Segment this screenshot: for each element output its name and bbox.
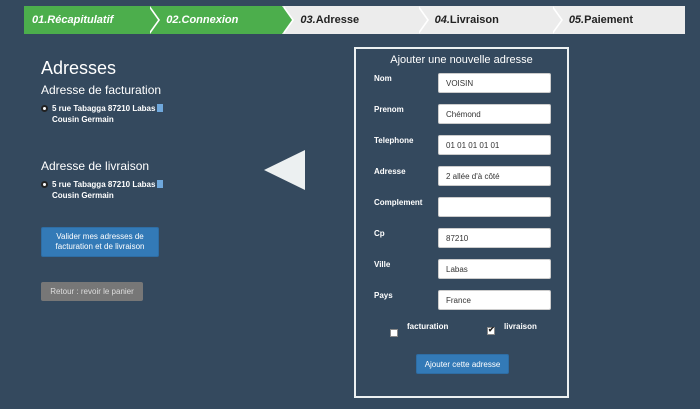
step-livraison[interactable]: 04. Livraison [417, 6, 564, 34]
step-label: Récapitulatif [47, 14, 114, 26]
field-row-ville: Ville Labas [374, 259, 554, 280]
delivery-line2: Cousin Germain [52, 191, 114, 200]
billing-title: Adresse de facturation [41, 83, 162, 97]
delivery-title: Adresse de livraison [41, 159, 150, 173]
field-row-complement: Complement [374, 197, 554, 218]
telephone-input[interactable]: 01 01 01 01 01 [438, 135, 551, 155]
complement-input[interactable] [438, 197, 551, 217]
step-number: 05. [568, 14, 585, 26]
step-recapitulatif[interactable]: 01. Récapitulatif [24, 6, 161, 34]
billing-line2: Cousin Germain [52, 115, 114, 124]
back-to-cart-button[interactable]: Retour : revoir le panier [41, 282, 143, 301]
pays-input[interactable]: France [438, 290, 551, 310]
facturation-checkbox[interactable] [390, 329, 398, 337]
form-title: Ajouter une nouvelle adresse [390, 54, 533, 66]
livraison-label: livraison [504, 322, 537, 331]
checkout-steps: 01. Récapitulatif 02. Connexion 03. Adre… [24, 6, 685, 34]
step-label: Paiement [584, 14, 634, 26]
ville-label: Ville [374, 260, 391, 269]
facturation-label: facturation [407, 322, 449, 331]
step-number: 03. [300, 14, 316, 26]
telephone-label: Telephone [374, 136, 414, 145]
step-paiement[interactable]: 05. Paiement [551, 6, 685, 34]
page-title: Adresses [41, 58, 117, 78]
field-row-cp: Cp 87210 [374, 228, 554, 249]
step-number: 01. [32, 14, 48, 26]
step-label: Adresse [315, 14, 360, 26]
prenom-label: Prenom [374, 105, 404, 114]
complement-label: Complement [374, 198, 423, 207]
address-type-checkboxes: facturation livraison [390, 322, 550, 344]
field-row-adresse: Adresse 2 allée d'à côté [374, 166, 554, 187]
step-number: 04. [434, 14, 450, 26]
field-row-telephone: Telephone 01 01 01 01 01 [374, 135, 554, 156]
pays-label: Pays [374, 291, 393, 300]
prenom-input[interactable]: Chémond [438, 104, 551, 124]
trash-icon[interactable] [157, 180, 164, 188]
ville-input[interactable]: Labas [438, 259, 551, 279]
delivery-line1: 5 rue Tabagga 87210 Labas [52, 180, 156, 189]
step-connexion[interactable]: 02. Connexion [148, 6, 295, 34]
cp-label: Cp [374, 229, 385, 238]
billing-radio[interactable] [41, 105, 48, 112]
cp-input[interactable]: 87210 [438, 228, 551, 248]
add-address-button[interactable]: Ajouter cette adresse [416, 354, 509, 374]
field-row-pays: Pays France [374, 290, 554, 311]
step-number: 02. [166, 14, 182, 26]
billing-line1: 5 rue Tabagga 87210 Labas [52, 104, 156, 113]
adresse-label: Adresse [374, 167, 406, 176]
livraison-checkbox[interactable] [487, 325, 495, 335]
field-row-prenom: Prenom Chémond [374, 104, 554, 125]
step-label: Livraison [449, 14, 499, 26]
nom-label: Nom [374, 74, 392, 83]
nom-input[interactable]: VOISIN [438, 73, 551, 93]
validate-addresses-button[interactable]: Valider mes adresses de facturation et d… [41, 227, 159, 257]
new-address-form: Ajouter une nouvelle adresse Nom VOISIN … [354, 47, 569, 398]
trash-icon[interactable] [157, 104, 164, 112]
address-summary: Adresses Adresse de facturation 5 rue Ta… [41, 58, 241, 201]
back-arrow-icon [264, 150, 305, 190]
step-label: Connexion [181, 14, 239, 26]
delivery-address: 5 rue Tabagga 87210 Labas Cousin Germain [41, 179, 241, 201]
delivery-radio[interactable] [41, 181, 48, 188]
adresse-input[interactable]: 2 allée d'à côté [438, 166, 551, 186]
field-row-nom: Nom VOISIN [374, 73, 554, 94]
step-adresse[interactable]: 03. Adresse [282, 6, 429, 34]
billing-address: 5 rue Tabagga 87210 Labas Cousin Germain [41, 103, 241, 125]
